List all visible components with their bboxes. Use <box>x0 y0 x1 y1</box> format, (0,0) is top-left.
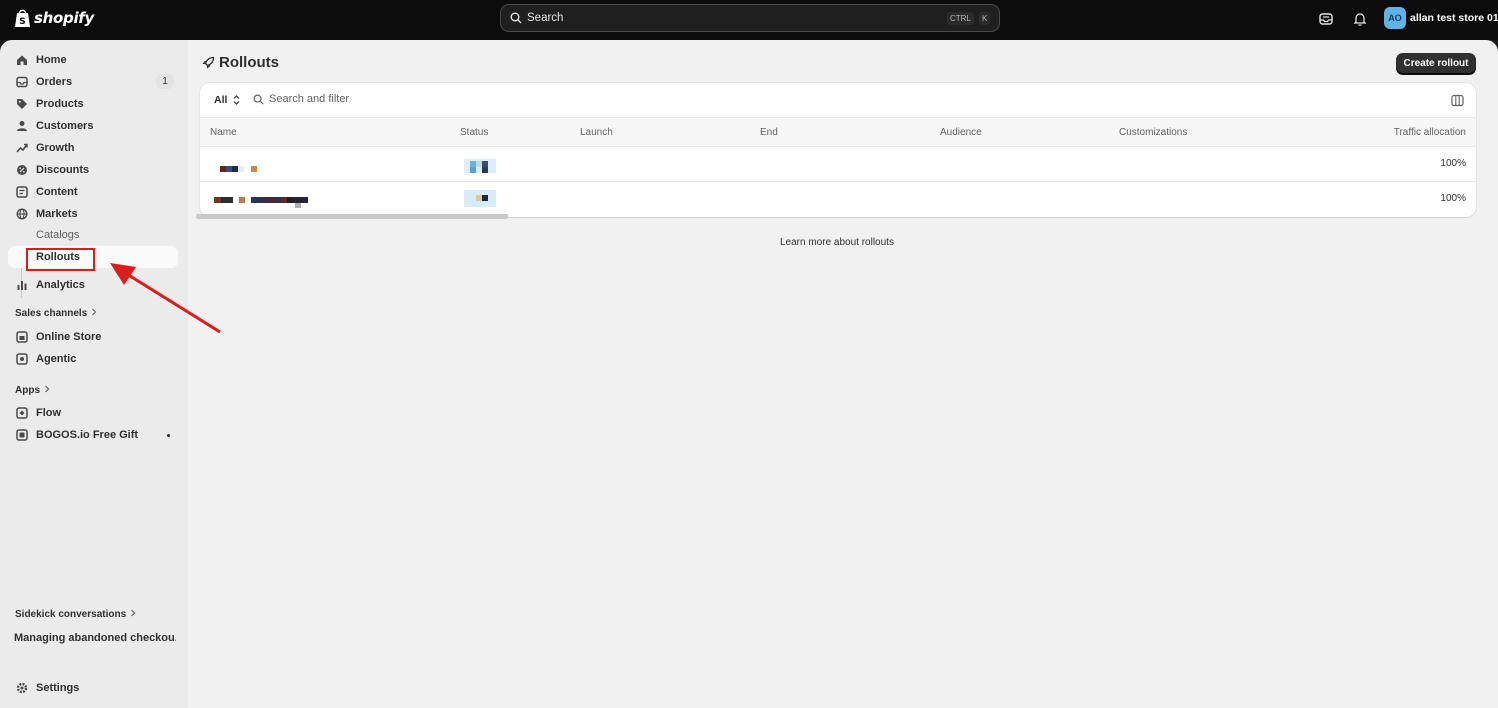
table-row[interactable]: 100% <box>200 182 1476 217</box>
orders-count-badge: 1 <box>156 74 174 89</box>
inbox-icon[interactable] <box>1318 11 1334 27</box>
sidebar-item-label: Discounts <box>36 164 90 176</box>
sidebar-item-label: Flow <box>36 407 62 419</box>
traffic-allocation-value: 100% <box>1440 158 1466 169</box>
main-content: Rollouts Create rollout All Search and f… <box>188 40 1498 708</box>
shortcut-ctrl-key: CTRL <box>947 12 974 25</box>
global-search-input[interactable]: Search CTRL K <box>500 4 1000 32</box>
table-search-input[interactable]: Search and filter <box>253 93 349 105</box>
column-header-end[interactable]: End <box>760 127 778 138</box>
rollouts-table-card: All Search and filter Name Status Launch… <box>200 83 1476 217</box>
apps-heading[interactable]: Apps <box>15 385 50 396</box>
sidebar: Home Orders 1 Products Customers Growth … <box>0 40 188 708</box>
search-icon <box>253 94 264 105</box>
store-icon <box>15 331 28 344</box>
sidebar-item-label: Home <box>36 54 67 66</box>
sidebar-item-label: Online Store <box>36 331 102 343</box>
page-title-text: Rollouts <box>219 54 279 71</box>
orders-icon <box>15 76 28 89</box>
filter-bar: All Search and filter <box>200 83 1476 118</box>
app-icon <box>15 429 28 442</box>
agentic-icon <box>15 353 28 366</box>
sidekick-conversation-item[interactable]: Managing abandoned checkou... <box>14 632 176 644</box>
unread-dot-icon <box>167 434 170 437</box>
column-header-audience[interactable]: Audience <box>940 127 982 138</box>
sidebar-item-label: Orders <box>36 76 73 88</box>
chevron-right-icon <box>91 308 97 319</box>
learn-more-link[interactable]: Learn more about rollouts <box>780 237 894 248</box>
view-tab-label: All <box>214 94 228 106</box>
column-header-customizations[interactable]: Customizations <box>1119 127 1187 138</box>
sidebar-item-label: BOGOS.io Free Gift <box>36 429 139 441</box>
column-header-launch[interactable]: Launch <box>580 127 613 138</box>
sidebar-item-catalogs[interactable]: Catalogs <box>8 224 178 246</box>
rocket-icon <box>202 56 215 69</box>
sidebar-item-flow[interactable]: Flow <box>8 402 178 424</box>
sidekick-conversations-heading[interactable]: Sidekick conversations <box>15 609 136 620</box>
column-header-traffic-allocation[interactable]: Traffic allocation <box>1394 127 1466 138</box>
search-label: Search <box>527 12 564 24</box>
sidebar-item-content[interactable]: Content <box>8 181 178 203</box>
avatar[interactable]: AO <box>1384 7 1406 29</box>
shopify-logo[interactable]: S shopify <box>14 8 94 28</box>
sidebar-item-growth[interactable]: Growth <box>8 137 178 159</box>
sidebar-item-bogos[interactable]: BOGOS.io Free Gift <box>8 424 178 446</box>
section-label: Sidekick conversations <box>15 609 127 620</box>
chevron-right-icon <box>130 609 136 620</box>
tag-icon <box>15 98 28 111</box>
shortcut-k-key: K <box>979 12 991 25</box>
store-name[interactable]: allan test store 01 <box>1410 12 1498 24</box>
sidebar-item-label: Content <box>36 186 78 198</box>
sidebar-item-agentic[interactable]: Agentic <box>8 348 178 370</box>
flow-icon <box>15 407 28 420</box>
table-header: Name Status Launch End Audience Customiz… <box>200 118 1476 147</box>
gear-icon <box>15 682 28 695</box>
sales-channels-heading[interactable]: Sales channels <box>15 308 97 319</box>
bar-chart-icon <box>15 279 28 292</box>
sidebar-item-products[interactable]: Products <box>8 93 178 115</box>
section-label: Sales channels <box>15 308 88 319</box>
sidebar-item-label: Customers <box>36 120 94 132</box>
bell-icon[interactable] <box>1352 11 1368 27</box>
page-title: Rollouts <box>202 54 279 71</box>
search-placeholder: Search and filter <box>269 93 350 105</box>
columns-icon[interactable] <box>1451 94 1464 107</box>
sidebar-item-label: Products <box>36 98 84 110</box>
sidebar-item-label: Analytics <box>36 279 85 291</box>
sidebar-item-label: Growth <box>36 142 75 154</box>
annotation-arrow-icon <box>110 263 221 334</box>
column-header-status[interactable]: Status <box>460 127 488 138</box>
search-icon <box>510 12 522 24</box>
person-icon <box>15 120 28 133</box>
home-icon <box>15 54 28 67</box>
traffic-allocation-value: 100% <box>1440 193 1466 204</box>
sort-toggle-icon <box>233 95 240 105</box>
svg-text:S: S <box>19 17 25 27</box>
growth-icon <box>15 142 28 155</box>
sidebar-item-settings[interactable]: Settings <box>8 677 178 699</box>
top-bar: S shopify Search CTRL K AO allan test st… <box>0 0 1498 40</box>
annotation-highlight-box <box>26 248 95 271</box>
sidebar-item-discounts[interactable]: Discounts <box>8 159 178 181</box>
sidebar-item-orders[interactable]: Orders 1 <box>8 71 178 93</box>
create-rollout-button[interactable]: Create rollout <box>1396 53 1476 74</box>
section-label: Apps <box>15 385 40 396</box>
view-tab-all[interactable]: All <box>214 94 240 106</box>
sidebar-item-markets[interactable]: Markets <box>8 203 178 225</box>
globe-icon <box>15 208 28 221</box>
sidebar-item-customers[interactable]: Customers <box>8 115 178 137</box>
sidebar-item-label: Catalogs <box>36 229 80 241</box>
shopify-wordmark: shopify <box>34 9 94 27</box>
column-header-name[interactable]: Name <box>210 127 237 138</box>
sidebar-item-label: Markets <box>36 208 78 220</box>
sidebar-item-label: Agentic <box>36 353 77 365</box>
shopify-bag-icon: S <box>15 9 30 27</box>
discount-icon <box>15 164 28 177</box>
horizontal-scrollbar[interactable] <box>196 214 508 219</box>
content-icon <box>15 186 28 199</box>
sidebar-item-home[interactable]: Home <box>8 49 178 71</box>
chevron-right-icon <box>44 385 50 396</box>
sidebar-item-label: Settings <box>36 682 80 694</box>
table-row[interactable]: 100% <box>200 147 1476 182</box>
